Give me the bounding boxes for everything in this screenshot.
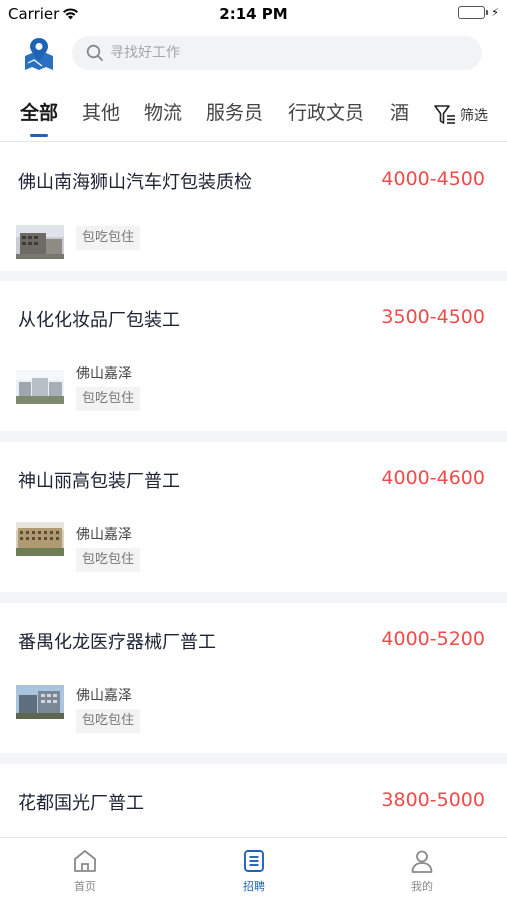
benefit-tag: 包吃包住 — [76, 709, 141, 733]
tab-other[interactable]: 其他 — [82, 98, 120, 125]
company-photo — [16, 522, 64, 556]
benefit-tag: 包吃包住 — [76, 548, 141, 572]
job-list[interactable]: 佛山南海狮山汽车灯包装质检 4000-4500 包吃包住 从化化妆品厂包装工 3… — [0, 143, 507, 837]
salary-range: 4000-4600 — [381, 467, 485, 489]
company-photo — [16, 370, 64, 404]
filter-icon — [434, 105, 455, 124]
active-tab-indicator — [30, 134, 48, 137]
bottom-tab-bar: 首页 招聘 我的 — [0, 837, 507, 900]
job-title[interactable]: 神山丽高包装厂普工 — [18, 467, 180, 493]
battery-icon: ⚡ — [458, 6, 499, 19]
company-name: 佛山嘉泽 — [76, 688, 132, 704]
nav-home[interactable]: 首页 — [45, 848, 125, 894]
header — [0, 30, 507, 80]
job-card[interactable]: 番禺化龙医疗器械厂普工 4000-5200 佛山嘉泽 包吃包住 — [0, 603, 507, 753]
search-icon — [86, 44, 103, 61]
nav-mine[interactable]: 我的 — [382, 848, 462, 894]
company-name: 佛山嘉泽 — [76, 366, 132, 382]
job-title[interactable]: 番禺化龙医疗器械厂普工 — [18, 628, 216, 654]
nav-recruit-label: 招聘 — [243, 880, 265, 893]
job-title[interactable]: 花都国光厂普工 — [18, 789, 144, 815]
nav-recruit[interactable]: 招聘 — [214, 848, 294, 894]
home-icon — [74, 850, 96, 872]
benefit-tag: 包吃包住 — [76, 226, 141, 250]
salary-range: 4000-5200 — [381, 628, 485, 650]
salary-range: 3800-5000 — [381, 789, 485, 811]
list-doc-icon — [244, 850, 264, 872]
job-card[interactable]: 从化化妆品厂包装工 3500-4500 佛山嘉泽 包吃包住 — [0, 281, 507, 431]
category-tabs: 全部 其他 物流 服务员 行政文员 酒 筛选 — [0, 88, 507, 142]
job-title[interactable]: 佛山南海狮山汽车灯包装质检 — [18, 168, 252, 194]
tab-waiter[interactable]: 服务员 — [206, 98, 263, 125]
filter-button[interactable]: 筛选 — [423, 88, 507, 141]
filter-label: 筛选 — [460, 108, 488, 124]
status-bar: Carrier 2:14 PM ⚡ — [0, 0, 507, 28]
job-card[interactable]: 花都国光厂普工 3800-5000 — [0, 764, 507, 837]
tab-logistics[interactable]: 物流 — [144, 98, 182, 125]
company-photo — [16, 225, 64, 259]
job-title[interactable]: 从化化妆品厂包装工 — [18, 306, 180, 332]
map-location-icon[interactable] — [22, 36, 56, 72]
job-card[interactable]: 佛山南海狮山汽车灯包装质检 4000-4500 包吃包住 — [0, 143, 507, 271]
nav-mine-label: 我的 — [411, 880, 433, 893]
tab-all[interactable]: 全部 — [20, 98, 58, 125]
benefit-tag: 包吃包住 — [76, 387, 141, 411]
tab-hotel[interactable]: 酒 — [390, 98, 409, 125]
nav-home-label: 首页 — [74, 880, 96, 893]
salary-range: 3500-4500 — [381, 306, 485, 328]
company-name: 佛山嘉泽 — [76, 527, 132, 543]
job-card[interactable]: 神山丽高包装厂普工 4000-4600 佛山嘉泽 包吃包住 — [0, 442, 507, 592]
search-bar[interactable] — [72, 36, 482, 70]
clock-time: 2:14 PM — [219, 5, 288, 23]
company-photo — [16, 685, 64, 719]
search-input[interactable] — [110, 45, 470, 61]
charging-bolt-icon: ⚡ — [491, 6, 499, 19]
person-icon — [411, 850, 433, 873]
tab-admin-clerk[interactable]: 行政文员 — [288, 98, 364, 125]
salary-range: 4000-4500 — [381, 168, 485, 190]
